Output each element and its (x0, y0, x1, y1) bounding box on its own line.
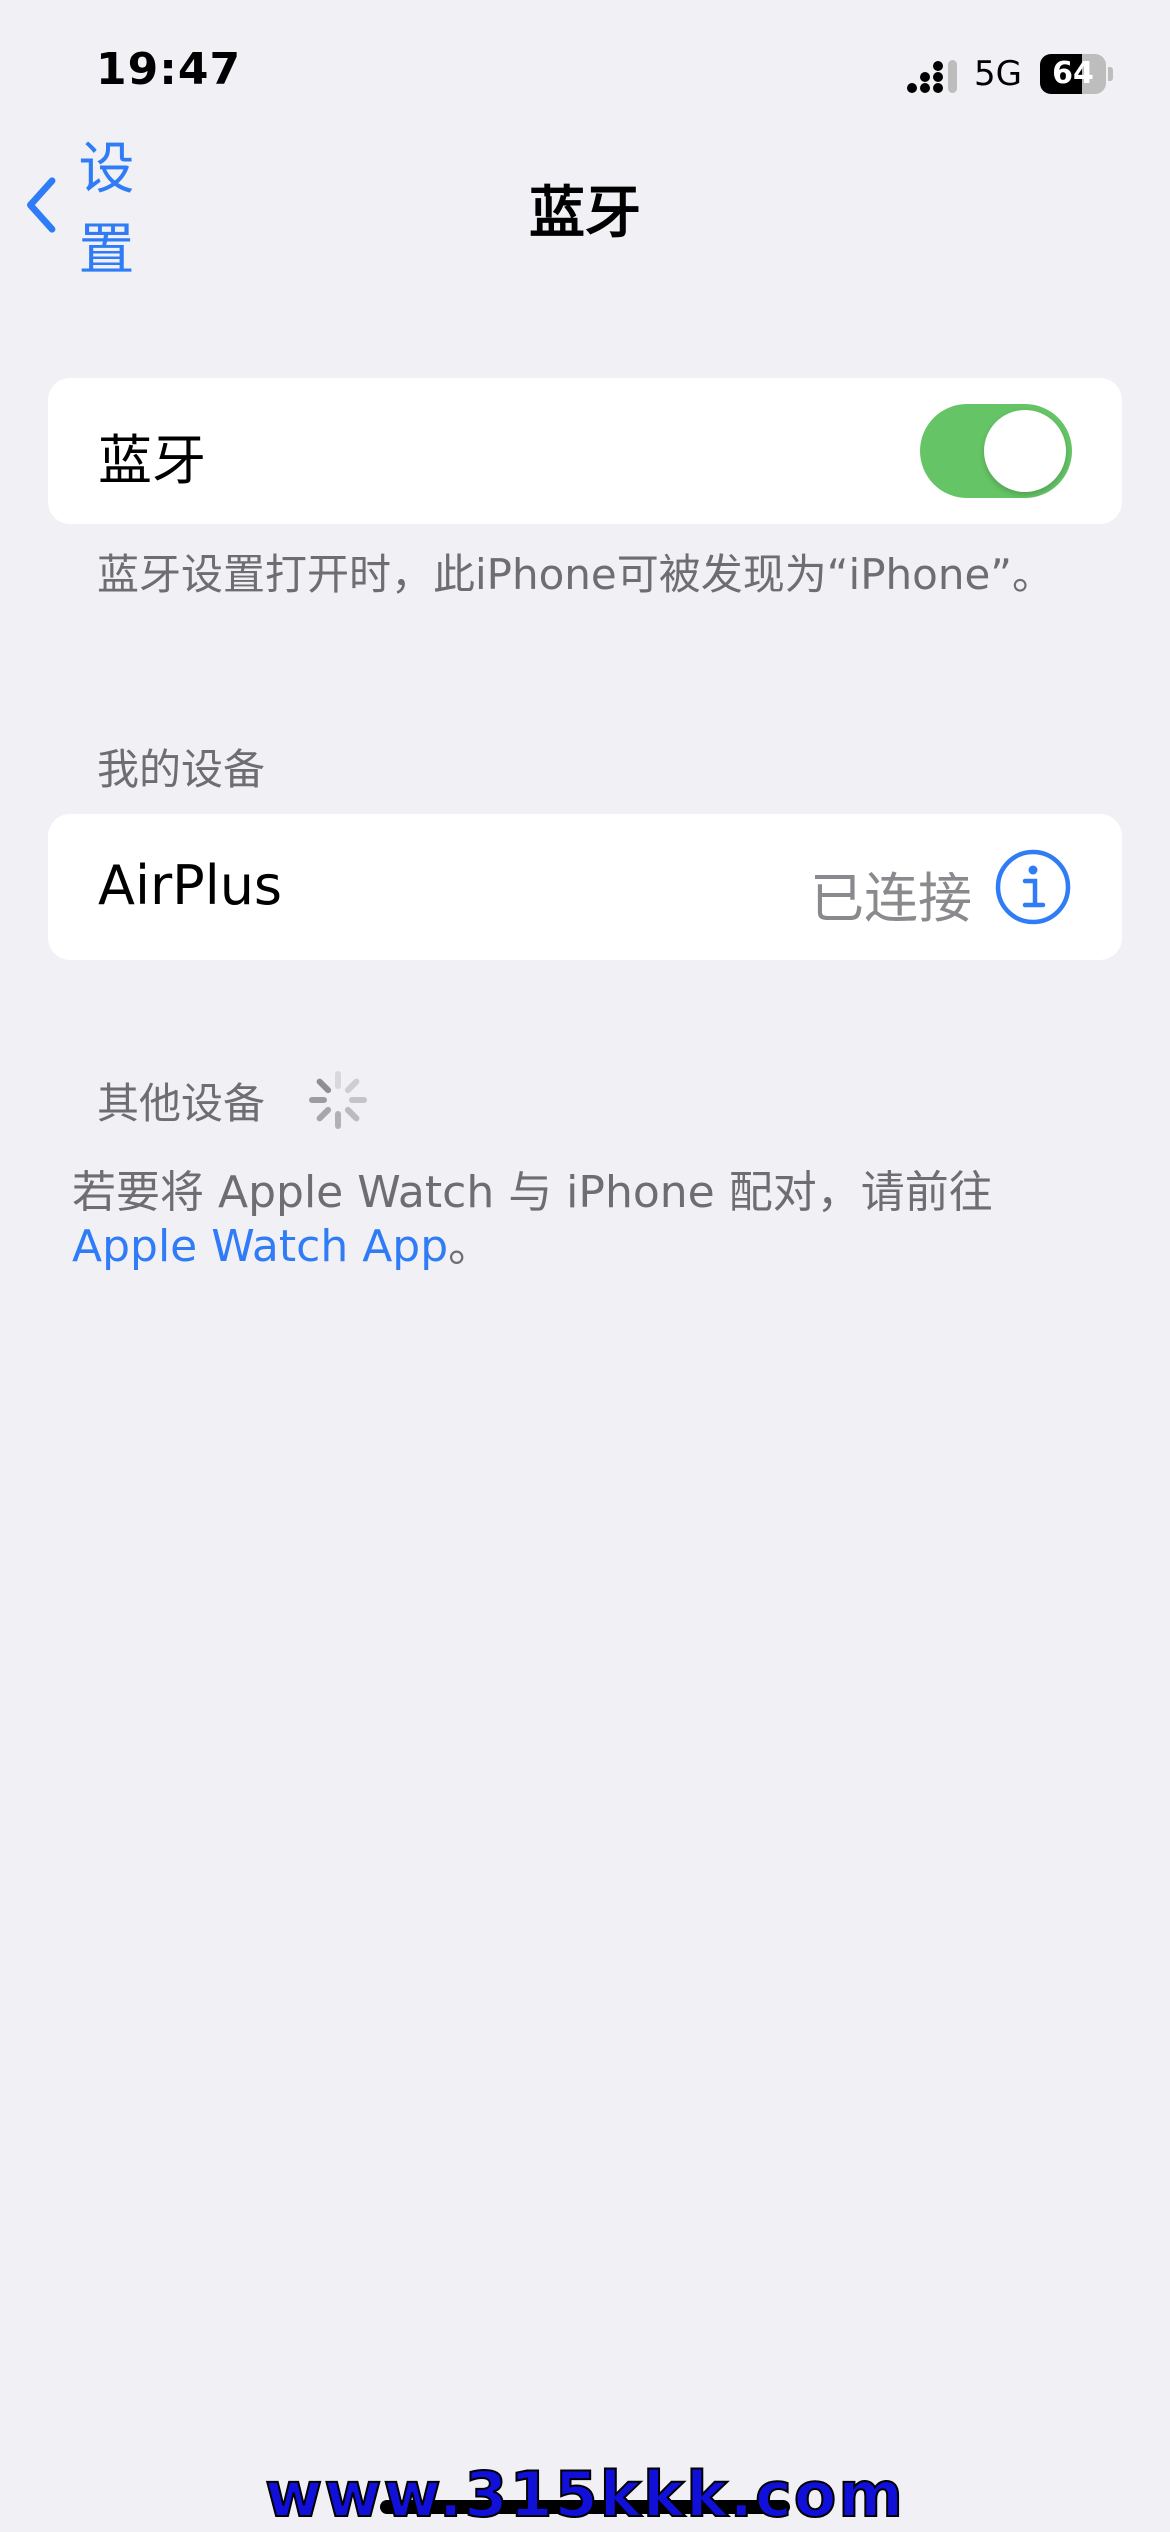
other-devices-header: 其他设备 (97, 1079, 266, 1128)
my-devices-header: 我的设备 (97, 745, 266, 794)
device-row-airplus[interactable]: AirPlus 已连接 (48, 814, 1122, 960)
cellular-signal-icon (907, 60, 957, 93)
apple-watch-app-link[interactable]: Apple Watch App (72, 1221, 448, 1272)
device-status: 已连接 (810, 867, 972, 930)
battery-icon: 64 (1040, 54, 1113, 94)
switch-knob (984, 410, 1066, 492)
footer-end: 。 (448, 1221, 493, 1272)
page-title: 蓝牙 (529, 181, 641, 246)
loading-spinner-icon (309, 1071, 367, 1129)
footer-text: 若要将 Apple Watch 与 iPhone 配对，请前往 (72, 1167, 993, 1218)
bluetooth-label: 蓝牙 (98, 429, 206, 492)
bluetooth-footer: 蓝牙设置打开时，此iPhone可被发现为“iPhone”。 (97, 550, 1055, 599)
watermark: www.315kkk.com (264, 2457, 906, 2532)
bluetooth-toggle-row: 蓝牙 (48, 378, 1122, 524)
apple-watch-footer: 若要将 Apple Watch 与 iPhone 配对，请前往 Apple Wa… (72, 1166, 1112, 1274)
info-icon[interactable] (994, 848, 1072, 926)
bluetooth-switch[interactable] (920, 404, 1072, 498)
status-time: 19:47 (96, 44, 242, 95)
battery-percentage: 64 (1052, 56, 1094, 91)
device-name: AirPlus (98, 854, 283, 917)
network-type: 5G (974, 54, 1022, 94)
